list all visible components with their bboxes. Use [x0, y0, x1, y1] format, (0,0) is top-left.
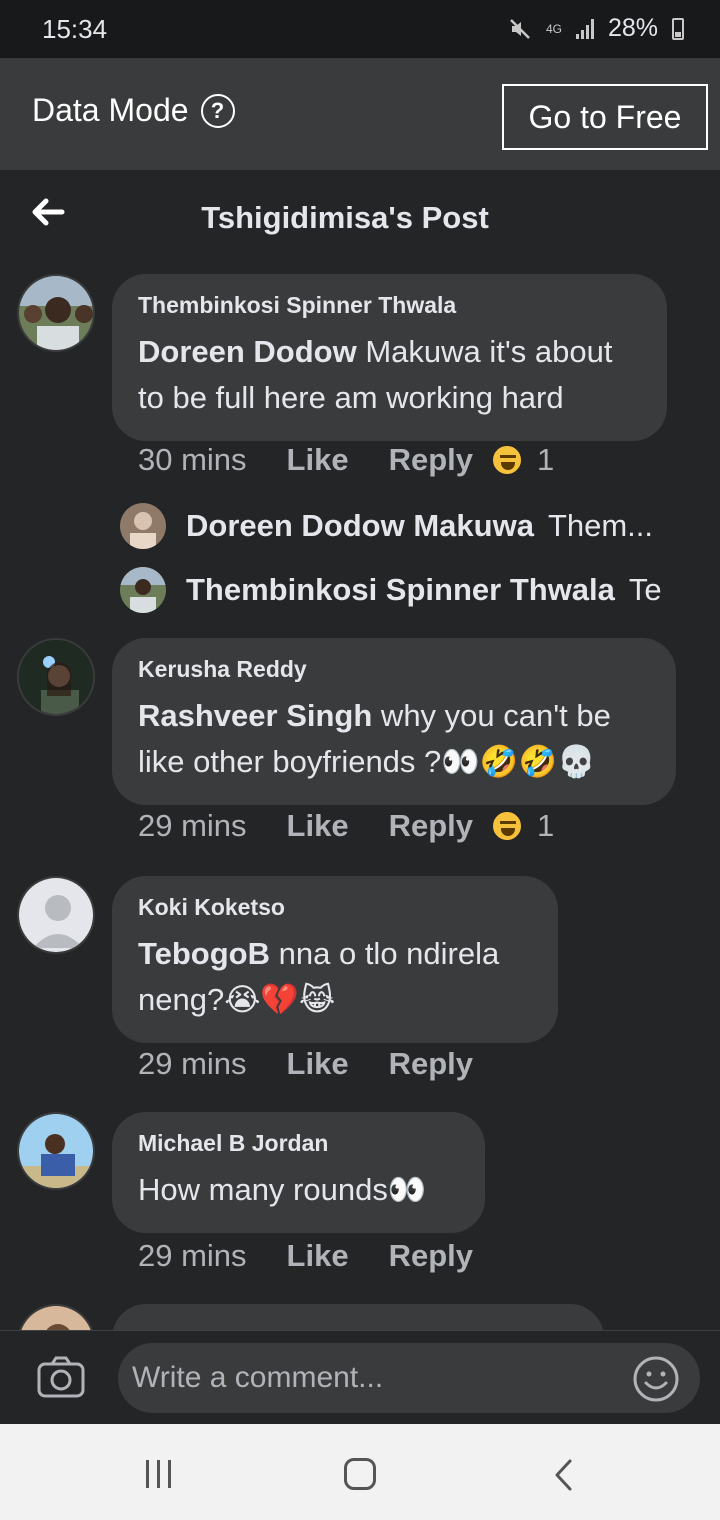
camera-icon[interactable] — [36, 1355, 86, 1399]
comment-text: How many rounds👀 — [138, 1172, 427, 1207]
comment-bubble[interactable]: Kerusha Reddy Rashveer Singh why you can… — [112, 638, 676, 805]
reply-author: Thembinkosi Spinner Thwala — [186, 572, 615, 607]
help-icon[interactable]: ? — [200, 93, 235, 128]
avatar[interactable] — [17, 1112, 95, 1190]
comment-author[interactable]: Kerusha Reddy — [138, 656, 650, 683]
comment-meta: 29 mins Like Reply 1 — [138, 808, 554, 844]
reply-preview[interactable]: Doreen Dodow Makuwa Them... — [120, 503, 653, 549]
mention[interactable]: Doreen Dodow — [138, 334, 357, 369]
avatar[interactable] — [17, 1304, 95, 1330]
reply-preview[interactable]: Thembinkosi Spinner Thwala Te — [120, 567, 662, 613]
comment-time: 29 mins — [138, 1238, 247, 1273]
system-nav-bar — [0, 1424, 720, 1520]
comment-meta: 30 mins Like Reply 1 — [138, 442, 554, 478]
reaction-count: 1 — [537, 808, 555, 843]
reply-author: Doreen Dodow Makuwa — [186, 508, 534, 543]
data-mode-label: Data Mode — [32, 92, 189, 128]
page-title: Tshigidimisa's Post — [201, 200, 489, 235]
reply-button[interactable]: Reply — [389, 1046, 473, 1082]
battery-percent: 28% — [607, 14, 658, 42]
nav-back-icon[interactable] — [550, 1458, 580, 1492]
comment-author[interactable]: Michael B Jordan — [138, 1130, 459, 1157]
reply-button[interactable]: Reply — [389, 1238, 473, 1274]
comment-meta: 29 mins Like Reply — [138, 1238, 513, 1274]
battery-icon — [672, 17, 684, 40]
comment-author[interactable]: Koki Koketso — [138, 894, 532, 921]
comments-list: Thembinkosi Spinner Thwala Doreen Dodow … — [0, 266, 720, 1330]
nav-home-icon[interactable] — [344, 1458, 376, 1490]
haha-reaction-icon — [491, 444, 523, 476]
nav-recents-icon[interactable] — [146, 1460, 176, 1488]
reply-snippet: Them... — [547, 508, 654, 543]
comment-meta: 29 mins Like Reply — [138, 1046, 513, 1082]
like-button[interactable]: Like — [287, 808, 349, 844]
avatar[interactable] — [17, 876, 95, 954]
comment-text: TebogoB nna o tlo ndirela neng?😭💔😹 — [138, 936, 500, 1017]
like-button[interactable]: Like — [287, 1238, 349, 1274]
reply-button[interactable]: Reply — [389, 442, 473, 478]
status-icons: 4G 28% — [508, 14, 684, 43]
comment-bubble[interactable] — [112, 1304, 604, 1330]
like-button[interactable]: Like — [287, 442, 349, 478]
comment-time: 29 mins — [138, 1046, 247, 1081]
smiley-icon[interactable] — [632, 1355, 680, 1403]
comment-time: 30 mins — [138, 442, 247, 477]
status-time: 15:34 — [42, 14, 108, 44]
network-type: 4G — [545, 21, 562, 36]
avatar — [120, 567, 166, 613]
go-to-free-button[interactable]: Go to Free — [502, 84, 708, 150]
reaction-summary[interactable]: 1 — [491, 442, 554, 478]
comment-bubble[interactable]: Koki Koketso TebogoB nna o tlo ndirela ne… — [112, 876, 558, 1043]
comment-input[interactable] — [118, 1343, 700, 1413]
signal-icon — [575, 18, 594, 39]
data-mode-bar: Data Mode ? Go to Free — [0, 58, 720, 170]
haha-reaction-icon — [491, 810, 523, 842]
mention[interactable]: Rashveer Singh — [138, 698, 372, 733]
comment-composer — [0, 1330, 720, 1424]
avatar[interactable] — [17, 274, 95, 352]
comment-text: Doreen Dodow Makuwa it's about to be full… — [138, 334, 613, 415]
avatar[interactable] — [17, 638, 95, 716]
comment-bubble[interactable]: Michael B Jordan How many rounds👀 — [112, 1112, 485, 1233]
avatar — [120, 503, 166, 549]
reaction-count: 1 — [537, 442, 555, 477]
post-header: Tshigidimisa's Post — [0, 170, 720, 266]
comment-text: Rashveer Singh why you can't be like othe… — [138, 698, 611, 779]
reaction-summary[interactable]: 1 — [491, 808, 554, 844]
like-button[interactable]: Like — [287, 1046, 349, 1082]
mute-icon — [510, 18, 530, 39]
data-mode-info[interactable]: Data Mode ? — [32, 92, 235, 129]
reply-button[interactable]: Reply — [389, 808, 473, 844]
reply-snippet: Te — [628, 572, 662, 607]
mention[interactable]: TebogoB — [138, 936, 270, 971]
comment-time: 29 mins — [138, 808, 247, 843]
status-bar: 15:34 4G 28% — [0, 0, 720, 58]
comment-bubble[interactable]: Thembinkosi Spinner Thwala Doreen Dodow … — [112, 274, 667, 441]
comment-author[interactable]: Thembinkosi Spinner Thwala — [138, 292, 641, 319]
